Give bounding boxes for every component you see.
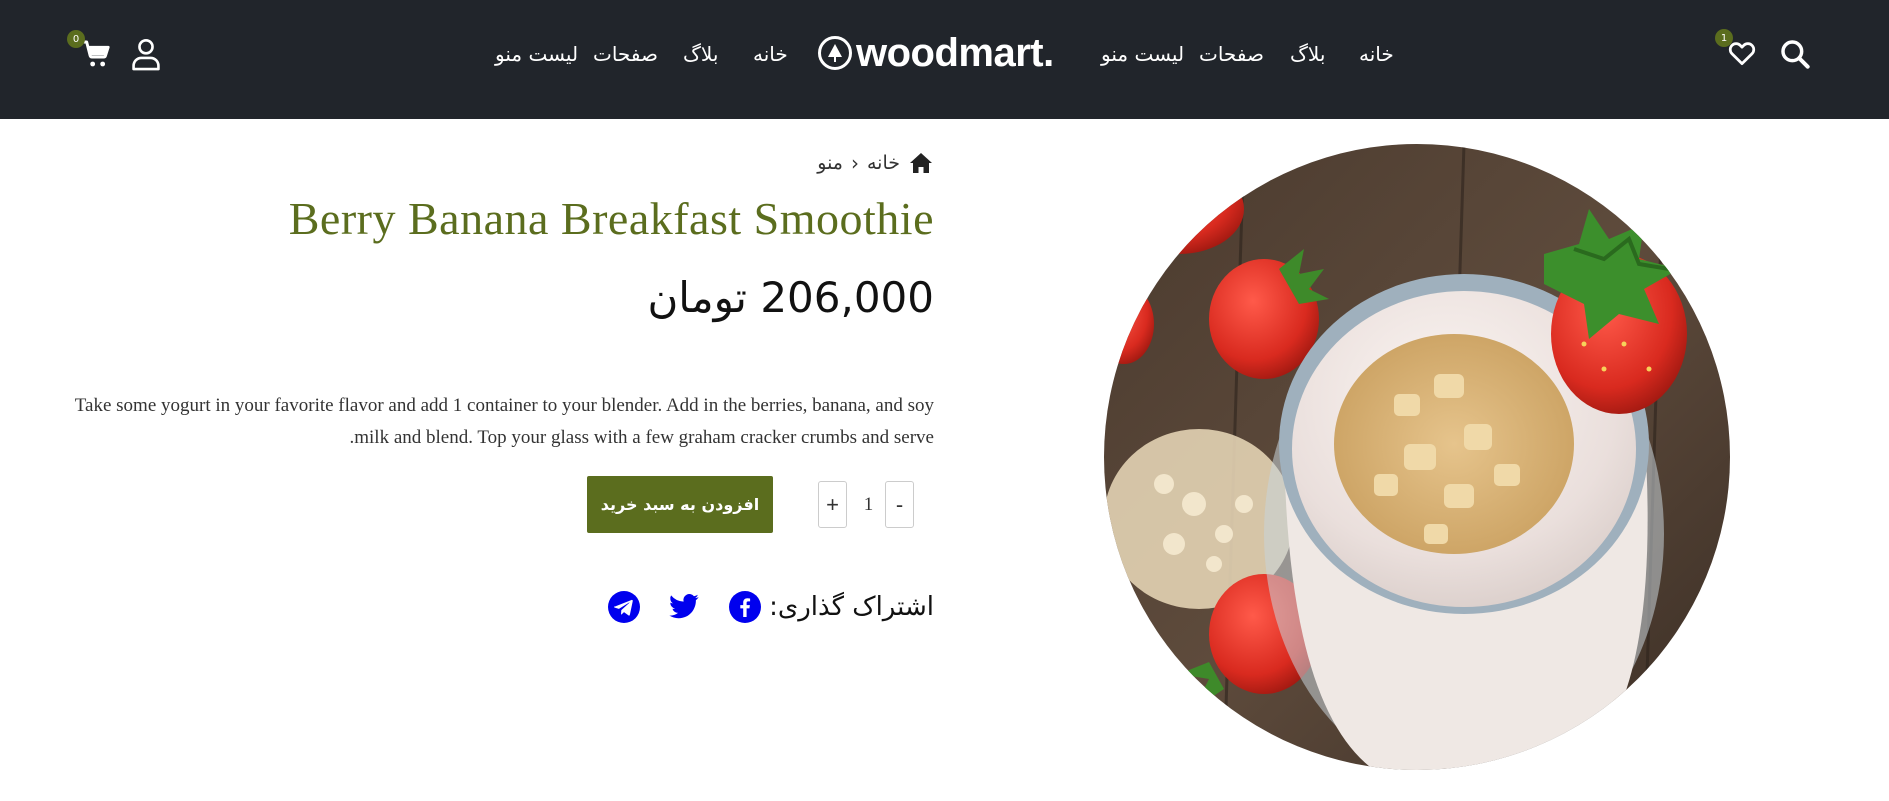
nav-item-blog[interactable]: بلاگ (1290, 42, 1325, 66)
description-line-2: .milk and blend. Top your glass with a f… (349, 427, 934, 448)
facebook-share-link[interactable] (729, 591, 761, 623)
add-to-cart-button[interactable]: افزودن به سبد خرید (587, 476, 773, 533)
product-price: 206,000 تومان (647, 273, 934, 322)
search-button[interactable] (1779, 38, 1811, 70)
wishlist-count-badge: 1 (1715, 29, 1733, 47)
telegram-share-link[interactable] (608, 591, 640, 623)
twitter-icon (669, 594, 699, 619)
quantity-increase-button[interactable]: + (818, 481, 847, 528)
quantity-input[interactable]: 1 (851, 481, 886, 528)
product-title: Berry Banana Breakfast Smoothie (288, 193, 934, 244)
description-line-1: Take some yogurt in your favorite flavor… (74, 395, 934, 416)
nav-item-menu-list[interactable]: لیست منو (1101, 42, 1184, 66)
nav-menu-right: لیست منو صفحات بلاگ خانه (0, 38, 1500, 70)
product-image[interactable] (1104, 144, 1730, 770)
site-header: 0 لیست منو صفحات بلاگ خانه woodmart. لیس… (0, 0, 1889, 119)
smoothie-image (1104, 144, 1730, 770)
share-label: اشتراک گذاری: (769, 592, 934, 622)
product-description: Take some yogurt in your favorite flavor… (14, 390, 934, 454)
nav-item-pages[interactable]: صفحات (1199, 42, 1264, 66)
breadcrumb-home-link[interactable]: خانه (867, 152, 900, 174)
twitter-share-link[interactable] (668, 591, 700, 623)
breadcrumb: خانه ‹ منو (817, 150, 934, 176)
search-icon (1781, 40, 1810, 69)
chevron-left-icon: ‹ (850, 151, 859, 175)
facebook-icon (729, 591, 761, 623)
home-icon[interactable] (908, 151, 934, 175)
breadcrumb-menu-link[interactable]: منو (817, 152, 843, 174)
nav-item-home[interactable]: خانه (1359, 42, 1394, 66)
wishlist-button[interactable]: 1 (1715, 29, 1757, 68)
quantity-decrease-button[interactable]: - (885, 481, 914, 528)
telegram-icon (608, 591, 640, 623)
